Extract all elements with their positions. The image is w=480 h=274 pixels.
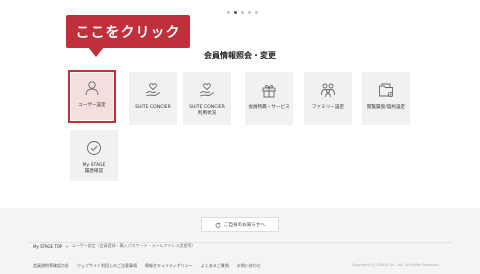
tile-user-settings[interactable]: ユーザー設定 [68, 70, 116, 123]
pager-dot[interactable] [248, 11, 251, 14]
tile-member-benefits[interactable]: 会員特典・サービス [245, 72, 293, 125]
section-title: 会員情報照会・変更 [204, 51, 276, 60]
folder-icon [377, 81, 395, 99]
hand-heart-icon [198, 81, 216, 99]
pager-dot-active[interactable] [234, 11, 237, 14]
breadcrumb-home-link[interactable]: My STAGE TOP [33, 244, 62, 249]
refresh-icon [215, 222, 221, 228]
footer-link[interactable]: 会員規約等確認方針 [33, 263, 69, 269]
tile-label: 会員特典・サービス [248, 105, 290, 110]
tile-label: SUITE CONCIER [135, 105, 171, 110]
pager-dot[interactable] [227, 11, 230, 14]
breadcrumb-current: ユーザー設定（会員登録・購入パスワード・メールアドレス変更等） [71, 243, 196, 248]
tile-browsing-history[interactable]: 閲覧履歴/契約設定 [362, 72, 410, 125]
notice-button-label: ご自身のお知らせへ [223, 222, 266, 228]
click-here-callout: ここをクリック [66, 15, 190, 57]
footer-links: 会員規約等確認方針 ウェブサイト利用上のご注意事項 情報セキュリティポリシー よ… [33, 263, 261, 269]
copyright: Copyright (C) STAGE Co., Ltd. All Rights… [352, 263, 440, 267]
tile-suite-concier-usage[interactable]: SUITE CONCIER 利用状況 [183, 72, 231, 125]
user-icon [83, 79, 101, 97]
tile-family-settings[interactable]: ファミリー設定 [304, 72, 352, 125]
pager-dot[interactable] [241, 11, 244, 14]
footer-link[interactable]: お問い合わせ [237, 263, 261, 269]
tile-label: ユーザー設定 [78, 103, 106, 108]
family-icon [319, 81, 337, 99]
tile-label: 閲覧履歴/契約設定 [366, 105, 406, 110]
my-notices-button[interactable]: ご自身のお知らせへ [201, 217, 279, 232]
check-circle-icon [85, 139, 103, 157]
pager-dot[interactable] [255, 11, 258, 14]
tile-suite-concier[interactable]: SUITE CONCIER [129, 72, 177, 125]
breadcrumb-separator-icon: > [65, 243, 69, 249]
tile-label: ファミリー設定 [311, 105, 345, 110]
carousel-pager [227, 11, 258, 14]
callout-text: ここをクリック [75, 24, 181, 41]
tile-my-stage-history[interactable]: My STAGE 履歴確認 [70, 130, 118, 181]
tile-label: SUITE CONCIER 利用状況 [189, 105, 225, 116]
tile-label: My STAGE 履歴確認 [82, 163, 106, 174]
footer-link[interactable]: ウェブサイト利用上のご注意事項 [77, 263, 137, 269]
footer-link[interactable]: 情報セキュリティポリシー [145, 263, 193, 269]
gift-icon [260, 81, 278, 99]
breadcrumb: My STAGE TOP > ユーザー設定（会員登録・購入パスワード・メールアド… [33, 243, 196, 249]
hand-heart-icon [144, 81, 162, 99]
footer-link[interactable]: よくあるご質問 [201, 263, 229, 269]
